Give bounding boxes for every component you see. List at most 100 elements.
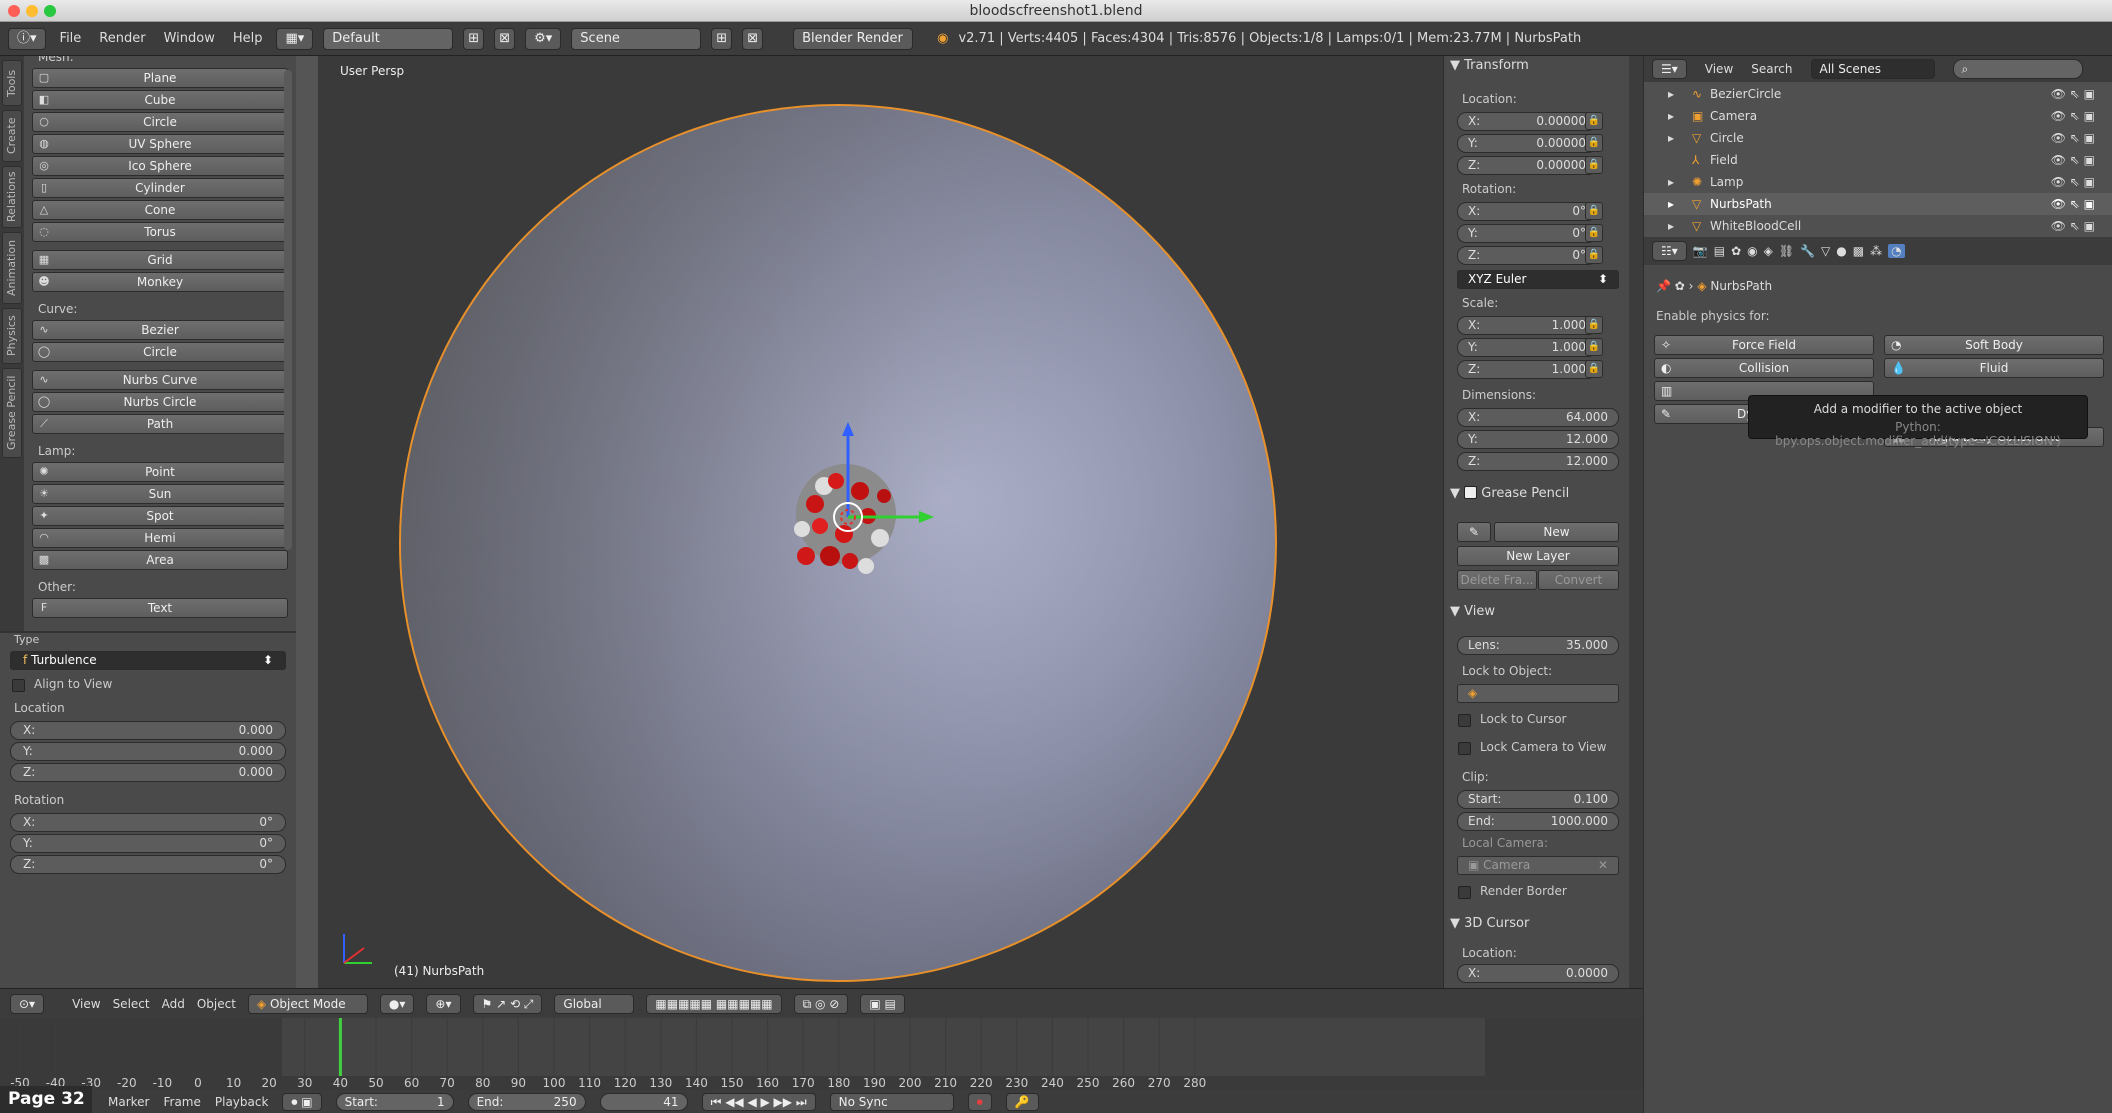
lock-icon[interactable]: 🔒 — [1585, 338, 1603, 356]
display-mode-dropdown[interactable]: All Scenes — [1810, 59, 1935, 79]
shading-dropdown[interactable]: ●▾ — [379, 993, 415, 1014]
rot-x-field[interactable]: X: 0° — [1457, 202, 1597, 221]
align-to-view-checkbox[interactable] — [12, 679, 25, 692]
object-tab-icon[interactable]: ◈ — [1764, 244, 1773, 258]
add-cone-button[interactable]: △ Cone — [32, 200, 288, 220]
lock-icon[interactable]: 🔒 — [1585, 360, 1603, 378]
add-torus-button[interactable]: ◌ Torus — [32, 222, 288, 242]
rot-z-field[interactable]: Z: 0° — [1457, 246, 1597, 265]
3d-viewport[interactable]: User Persp (41) NurbsPath — [318, 56, 1443, 988]
3d-cursor-header[interactable]: ▼ 3D Cursor — [1450, 916, 1626, 931]
tab-tools[interactable]: Tools — [2, 60, 22, 106]
scene-field[interactable]: Scene — [571, 27, 702, 50]
add-scene-icon[interactable]: ⊞ — [711, 27, 733, 50]
outliner-type-icon[interactable]: ☰▾ — [1652, 59, 1687, 79]
rotation-mode-dropdown[interactable]: XYZ Euler ⬍ — [1457, 270, 1619, 289]
lock-icon[interactable]: 🔒 — [1585, 156, 1603, 174]
outliner-search-menu[interactable]: Search — [1751, 62, 1792, 76]
rotation-y-field[interactable]: Y: 0° — [10, 834, 286, 853]
add-layout-icon[interactable]: ⊞ — [463, 27, 485, 50]
orientation-dropdown[interactable]: Global — [554, 993, 635, 1014]
rot-y-field[interactable]: Y: 0° — [1457, 224, 1597, 243]
add-monkey-button[interactable]: ☻ Monkey — [32, 272, 288, 292]
outliner-search-input[interactable]: ⌕ — [1952, 59, 2083, 79]
add-uv-sphere-button[interactable]: ◍ UV Sphere — [32, 134, 288, 154]
tab-grease-pencil[interactable]: Grease Pencil — [2, 368, 22, 458]
delete-frame-button[interactable]: Delete Fra... — [1457, 570, 1537, 590]
scale-z-field[interactable]: Z: 1.000 — [1457, 360, 1597, 379]
new-pencil-button[interactable]: New — [1494, 522, 1619, 542]
properties-type-icon[interactable]: ☷▾ — [1652, 241, 1687, 261]
force-field-button[interactable]: ✧ Force Field — [1654, 335, 1874, 355]
object-menu[interactable]: Object — [197, 997, 236, 1011]
add-ico-sphere-button[interactable]: ◎ Ico Sphere — [32, 156, 288, 176]
fluid-button[interactable]: 💧 Fluid — [1884, 358, 2104, 378]
add-bezier-button[interactable]: ∿ Bezier — [32, 320, 288, 340]
modifiers-tab-icon[interactable]: 🔧 — [1800, 244, 1815, 258]
menu-help[interactable]: Help — [229, 31, 267, 46]
material-tab-icon[interactable]: ● — [1836, 244, 1846, 258]
tab-relations[interactable]: Relations — [2, 166, 22, 228]
outliner-row[interactable]: ▸ ▣ Camera 👁 ⇖ ▣ — [1644, 105, 2112, 127]
lock-icon[interactable]: 🔒 — [1585, 112, 1603, 130]
constraints-tab-icon[interactable]: ⛓ — [1779, 244, 1794, 258]
menu-window[interactable]: Window — [160, 31, 219, 46]
tab-create[interactable]: Create — [2, 110, 22, 162]
auto-key-icon[interactable]: ⏺ — [967, 1092, 992, 1111]
add-sun-lamp-button[interactable]: ☀ Sun — [32, 484, 288, 504]
outliner-row[interactable]: ▸ ✺ Lamp 👁 ⇖ ▣ — [1644, 171, 2112, 193]
snap-icon[interactable]: ⧉ ◎ ⊘ — [793, 993, 849, 1014]
rotation-z-field[interactable]: Z: 0° — [10, 855, 286, 874]
add-menu[interactable]: Add — [162, 997, 185, 1011]
add-text-button[interactable]: F Text — [32, 598, 288, 618]
render-border-checkbox[interactable] — [1458, 886, 1471, 899]
scene-tab-icon[interactable]: ✿ — [1731, 244, 1741, 258]
menu-file[interactable]: File — [56, 31, 86, 46]
world-tab-icon[interactable]: ◉ — [1747, 244, 1757, 258]
lock-to-cursor-checkbox[interactable] — [1458, 714, 1471, 727]
physics-tab-icon[interactable]: ◔ — [1888, 244, 1905, 258]
local-camera-field[interactable]: ▣ Camera ✕ — [1457, 856, 1619, 875]
outliner-row[interactable]: ⅄ Field 👁 ⇖ ▣ — [1644, 149, 2112, 171]
menu-render[interactable]: Render — [95, 31, 149, 46]
outliner-view-menu[interactable]: View — [1705, 62, 1733, 76]
outliner-row[interactable]: ▸ ▽ WhiteBloodCell 👁 ⇖ ▣ — [1644, 215, 2112, 237]
keying-set-icon[interactable]: 🔑 — [1005, 1092, 1039, 1111]
marker-menu[interactable]: Marker — [108, 1095, 149, 1109]
tool-shelf-scrollbar[interactable] — [284, 70, 292, 550]
grease-pencil-checkbox[interactable] — [1464, 486, 1478, 499]
start-frame-field[interactable]: Start: 1 — [335, 1092, 454, 1111]
add-spot-lamp-button[interactable]: ✦ Spot — [32, 506, 288, 526]
manipulator-toggle-icon[interactable]: ⚑ ↗ ⟲ ⤢ — [472, 993, 543, 1014]
scale-x-field[interactable]: X: 1.000 — [1457, 316, 1597, 335]
add-cylinder-button[interactable]: ▯ Cylinder — [32, 178, 288, 198]
record-icon[interactable]: ⏺ ▣ — [282, 1092, 322, 1111]
mode-dropdown[interactable]: ◈ Object Mode — [247, 993, 368, 1014]
pencil-icon[interactable]: ✎ — [1457, 522, 1491, 542]
playback-controls-icon[interactable]: ⏮ ◀◀ ◀ ▶ ▶▶ ⏭ — [701, 1092, 816, 1111]
end-frame-field[interactable]: End: 250 — [467, 1092, 586, 1111]
layers-icon[interactable]: ▦▦▦▦▦ ▦▦▦▦▦ — [646, 993, 782, 1014]
dim-y-field[interactable]: Y: 12.000 — [1457, 430, 1619, 449]
particles-tab-icon[interactable]: ⁂ — [1870, 244, 1882, 258]
lock-icon[interactable]: 🔒 — [1585, 246, 1603, 264]
loc-y-field[interactable]: Y: 0.00000 — [1457, 134, 1597, 153]
add-plane-button[interactable]: ▢ Plane — [32, 68, 288, 88]
new-layer-button[interactable]: New Layer — [1457, 546, 1619, 566]
add-cube-button[interactable]: ◧ Cube — [32, 90, 288, 110]
layout-icon[interactable]: ▦▾ — [276, 27, 314, 50]
tab-physics[interactable]: Physics — [2, 308, 22, 364]
location-y-field[interactable]: Y: 0.000 — [10, 742, 286, 761]
rotation-x-field[interactable]: X: 0° — [10, 813, 286, 832]
scale-y-field[interactable]: Y: 1.000 — [1457, 338, 1597, 357]
remove-scene-icon[interactable]: ⊠ — [742, 27, 764, 50]
add-nurbs-curve-button[interactable]: ∿ Nurbs Curve — [32, 370, 288, 390]
clip-start-field[interactable]: Start: 0.100 — [1457, 790, 1619, 809]
playback-menu[interactable]: Playback — [215, 1095, 269, 1109]
zoom-window-button[interactable] — [44, 5, 56, 17]
lens-field[interactable]: Lens: 35.000 — [1457, 636, 1619, 655]
data-tab-icon[interactable]: ▽ — [1821, 244, 1830, 258]
add-area-lamp-button[interactable]: ▩ Area — [32, 550, 288, 570]
outliner-row-selected[interactable]: ▸ ▽ NurbsPath 👁 ⇖ ▣ — [1644, 193, 2112, 215]
transform-header[interactable]: ▼ Transform — [1450, 58, 1626, 73]
